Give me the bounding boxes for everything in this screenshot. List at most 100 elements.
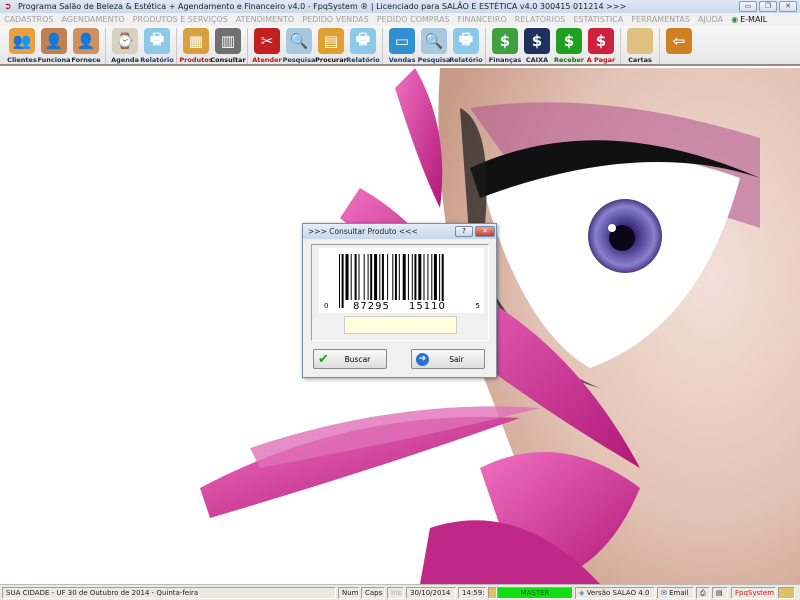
- barcode-bar: [407, 254, 409, 300]
- toolbar-button-procurar[interactable]: ▤ Procurar: [315, 26, 347, 66]
- toolbar-label: Consultar: [210, 56, 246, 64]
- barcode-bar: [427, 254, 429, 300]
- barcode-bar: [345, 254, 349, 300]
- barcode-bar: [374, 254, 378, 300]
- barcode-bar: [402, 254, 406, 300]
- toolbar-button-pesquisa[interactable]: 🔍 Pesquisa: [418, 26, 450, 66]
- menu-agendamento[interactable]: AGENDAMENTO: [61, 15, 124, 24]
- menu-ajuda[interactable]: AJUDA: [698, 15, 723, 24]
- barcode-digit: 15110: [409, 301, 446, 312]
- status-num: Num: [338, 587, 359, 599]
- toolbar-button-pesquisa[interactable]: 🔍 Pesquisa: [283, 26, 315, 66]
- menu-email[interactable]: ◉ E-MAIL: [731, 15, 767, 24]
- menu-pedido-vendas[interactable]: PEDIDO VENDAS: [302, 15, 368, 24]
- help-button[interactable]: ?: [455, 226, 473, 237]
- toolbar-button-vendas[interactable]: ▭ Vendas: [386, 26, 418, 66]
- calendar-clock-icon: ⌚: [112, 28, 138, 54]
- menu-ferramentas[interactable]: FERRAMENTAS: [631, 15, 690, 24]
- toolbar-button-relat-rio[interactable]: 🖶 Relatório: [140, 26, 174, 66]
- version-icon: ◈: [579, 589, 585, 597]
- toolbar-button-finan-as[interactable]: $ Finanças: [489, 26, 521, 66]
- buscar-button[interactable]: ✔ Buscar: [313, 349, 387, 369]
- toolbar-label: Relatório: [346, 56, 380, 64]
- barcode-bar: [418, 254, 422, 300]
- toolbar-label: Clientes: [7, 56, 37, 64]
- buscar-label: Buscar: [344, 354, 371, 364]
- toolbar-label: A Pagar: [586, 56, 616, 64]
- toolbar-separator: [382, 28, 383, 64]
- barcode-bar: [441, 254, 444, 308]
- email-globe-icon: ◉: [731, 15, 739, 24]
- boxes-icon: ▦: [183, 28, 209, 54]
- user-icon: [488, 587, 497, 599]
- status-bar: SUA CIDADE - UF 30 de Outubro de 2014 - …: [0, 584, 800, 600]
- version-label: Versão SALAO 4.0: [586, 589, 650, 597]
- menu-produtos-e-serviços[interactable]: PRODUTOS E SERVIÇOS: [133, 15, 228, 24]
- toolbar-separator: [485, 28, 486, 64]
- employees-icon: 👤: [41, 28, 67, 54]
- toolbar-button-relat-rio[interactable]: 🖶 Relatório: [449, 26, 483, 66]
- toolbar-label: Relatório: [140, 56, 174, 64]
- status-email[interactable]: ✉ Email: [657, 587, 694, 599]
- toolbar-separator: [620, 28, 621, 64]
- scissors-icon: ✂: [254, 28, 280, 54]
- window-title: Programa Salão de Beleza & Estética + Ag…: [18, 2, 627, 11]
- toolbar-button-funciona[interactable]: 👤 Funciona: [38, 26, 70, 66]
- toolbar-separator: [659, 28, 660, 64]
- menu-financeiro[interactable]: FINANCEIRO: [458, 15, 507, 24]
- menu-relatórios[interactable]: RELATÓRIOS: [515, 15, 566, 24]
- supplier-icon: 👤: [73, 28, 99, 54]
- printer-icon[interactable]: ⎙: [696, 587, 710, 599]
- toolbar-label: CAIXA: [525, 56, 549, 64]
- search-docs-icon: 🔍: [421, 28, 447, 54]
- toolbar-button-caixa[interactable]: $ CAIXA: [521, 26, 553, 66]
- barcode-bar: [423, 254, 425, 300]
- computer-icon[interactable]: ▤: [712, 587, 728, 599]
- barcode-icon: ▥: [215, 28, 241, 54]
- dialog-close-button[interactable]: ✕: [475, 226, 495, 237]
- barcode-bar: [358, 254, 360, 300]
- toolbar-button-receber[interactable]: $ Receber: [553, 26, 585, 66]
- users-icon: 👥: [9, 28, 35, 54]
- barcode-input[interactable]: [344, 316, 457, 334]
- toolbar-label: Agenda: [111, 56, 139, 64]
- toolbar-label: Funciona: [37, 56, 71, 64]
- printer-icon: 🖶: [350, 28, 376, 54]
- barcode-bar: [363, 254, 365, 300]
- toolbar-button-atender[interactable]: ✂ Atender: [251, 26, 283, 66]
- printer-icon: 🖶: [144, 28, 170, 54]
- search-docs-icon: 🔍: [286, 28, 312, 54]
- status-version: ◈ Versão SALAO 4.0: [575, 587, 655, 599]
- menu-atendimento[interactable]: ATENDIMENTO: [236, 15, 294, 24]
- toolbar-button-sair[interactable]: ⇦: [663, 26, 695, 66]
- barcode-digit: 5: [475, 302, 480, 310]
- toolbar-button-produtos[interactable]: ▦ Produtos: [179, 26, 213, 66]
- barcode-bar: [394, 254, 397, 300]
- toolbar-label: Pesquisa: [417, 56, 451, 64]
- barcode-bar: [439, 254, 441, 308]
- toolbar-label: Vendas: [388, 56, 416, 64]
- barcode-bar: [398, 254, 400, 300]
- sair-button[interactable]: ➜ Sair: [411, 349, 485, 369]
- minimize-button[interactable]: ▭: [739, 1, 757, 12]
- barcode-bar: [341, 254, 344, 308]
- toolbar-button-fornece[interactable]: 👤 Fornece: [70, 26, 102, 66]
- toolbar-label: Cartas: [628, 56, 652, 64]
- close-button[interactable]: ✕: [779, 1, 797, 12]
- finance-chart-icon: $: [492, 28, 518, 54]
- cashbook-icon: $: [524, 28, 550, 54]
- toolbar-button-cartas[interactable]: Cartas: [624, 26, 656, 66]
- status-date: 30/10/2014: [406, 587, 456, 599]
- status-time: 14:59:32: [458, 587, 486, 599]
- toolbar-button-relat-rio[interactable]: 🖶 Relatório: [346, 26, 380, 66]
- toolbar-button-consultar[interactable]: ▥ Consultar: [210, 26, 246, 66]
- menu-estatistica[interactable]: ESTATISTICA: [573, 15, 623, 24]
- toolbar-button-agenda[interactable]: ⌚ Agenda: [109, 26, 141, 66]
- barcode-bar: [379, 254, 381, 300]
- restore-button[interactable]: ❐: [759, 1, 777, 12]
- toolbar-button-a-pagar[interactable]: $ A Pagar: [585, 26, 617, 66]
- toolbar-button-clientes[interactable]: 👥 Clientes: [6, 26, 38, 66]
- menu-cadastros[interactable]: CADASTROS: [4, 15, 53, 24]
- toolbar-label: Receber: [554, 56, 584, 64]
- menu-pedido-compras[interactable]: PEDIDO COMPRAS: [377, 15, 450, 24]
